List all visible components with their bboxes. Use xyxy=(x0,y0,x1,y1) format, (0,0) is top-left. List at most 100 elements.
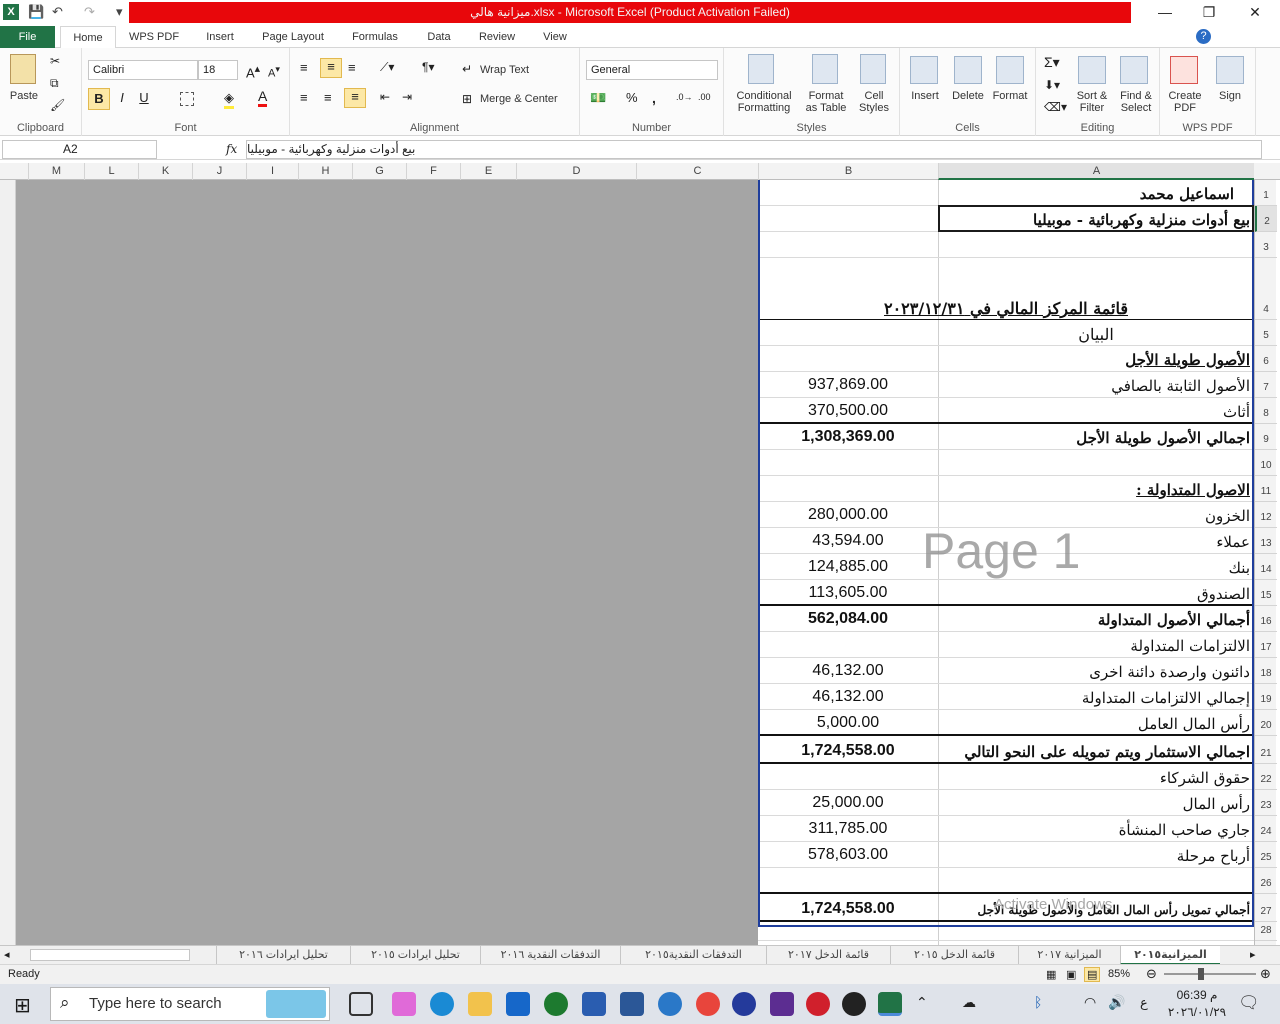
col-header[interactable]: B xyxy=(758,163,938,180)
fill-icon[interactable]: ⬇▾ xyxy=(1044,78,1060,92)
font-color-icon[interactable]: A xyxy=(258,88,268,107)
accounting-icon[interactable]: 💵 xyxy=(590,90,606,106)
horizontal-scrollbar[interactable] xyxy=(30,949,190,961)
row-header[interactable]: 26 xyxy=(1255,868,1277,894)
font-size-select[interactable]: 18 xyxy=(198,60,238,80)
sort-filter-icon[interactable] xyxy=(1078,56,1106,84)
format-cells-button[interactable]: Format xyxy=(988,90,1032,102)
find-select-icon[interactable] xyxy=(1120,56,1148,84)
row-header[interactable]: 23 xyxy=(1255,790,1277,816)
sign-button[interactable]: Sign xyxy=(1210,90,1250,102)
col-header[interactable]: M xyxy=(28,163,84,180)
excel-taskbar-icon[interactable] xyxy=(878,992,902,1016)
col-header[interactable]: K xyxy=(138,163,192,180)
row-header[interactable]: 7 xyxy=(1255,372,1277,398)
row-header[interactable]: 25 xyxy=(1255,842,1277,868)
redo-icon[interactable]: ↷ xyxy=(84,4,95,20)
formula-input[interactable]: بيع أدوات منزلية وكهربائية - موبيليا xyxy=(246,140,1262,159)
photo-icon[interactable] xyxy=(806,992,830,1016)
row-header[interactable]: 10 xyxy=(1255,450,1277,476)
sign-icon[interactable] xyxy=(1216,56,1244,84)
row-header[interactable]: 5 xyxy=(1255,320,1277,346)
tab-file[interactable]: File xyxy=(0,26,55,48)
decrease-decimal-icon[interactable]: .00 xyxy=(698,92,711,102)
sort-filter-button[interactable]: Sort & Filter xyxy=(1070,90,1114,114)
bold-button[interactable]: B xyxy=(88,88,110,110)
zoom-slider-thumb[interactable] xyxy=(1198,968,1204,980)
fill-color-icon[interactable]: ◈ xyxy=(224,90,234,109)
help-icon[interactable]: ? xyxy=(1196,29,1211,44)
copy-icon[interactable]: ⧉ xyxy=(50,76,59,91)
row-header[interactable]: 19 xyxy=(1255,684,1277,710)
row-header[interactable]: 21 xyxy=(1255,736,1277,764)
col-header[interactable]: L xyxy=(84,163,138,180)
taskbar-time[interactable]: 06:39 م xyxy=(1172,988,1222,1002)
row-header[interactable]: 18 xyxy=(1255,658,1277,684)
shrink-font-icon[interactable]: A▾ xyxy=(268,64,280,80)
italic-button[interactable]: I xyxy=(114,90,130,105)
col-header[interactable]: D xyxy=(516,163,636,180)
sheet-tab-active[interactable]: الميزانية٢٠١٥ xyxy=(1120,946,1220,965)
col-header[interactable]: I xyxy=(246,163,298,180)
align-right-icon[interactable]: ≡ xyxy=(344,88,366,108)
row-header[interactable]: 17 xyxy=(1255,632,1277,658)
sheet-tab[interactable]: تحليل ايرادات ٢٠١٦ xyxy=(216,946,350,965)
col-header[interactable]: A xyxy=(938,163,1254,180)
tab-scroll-first-icon[interactable]: ◂ xyxy=(4,948,10,961)
col-header[interactable]: C xyxy=(636,163,758,180)
edge-icon[interactable] xyxy=(430,992,454,1016)
row-header[interactable]: 12 xyxy=(1255,502,1277,528)
row-header[interactable]: 1 xyxy=(1255,180,1277,206)
align-middle-icon[interactable]: ≡ xyxy=(320,58,342,78)
row-header[interactable]: 3 xyxy=(1255,232,1277,258)
comma-button[interactable]: , xyxy=(652,90,656,106)
tab-review[interactable]: Review xyxy=(472,26,522,48)
col-header[interactable]: G xyxy=(352,163,406,180)
row-header[interactable]: 13 xyxy=(1255,528,1277,554)
tab-view[interactable]: View xyxy=(532,26,578,48)
col-header[interactable]: J xyxy=(192,163,246,180)
zoom-in-icon[interactable]: ⊕ xyxy=(1260,966,1271,982)
row-header[interactable]: 16 xyxy=(1255,606,1277,632)
number-format-select[interactable]: General xyxy=(586,60,718,80)
col-header[interactable]: E xyxy=(460,163,516,180)
name-box[interactable]: A2 xyxy=(2,140,157,159)
align-bottom-icon[interactable]: ≡ xyxy=(348,60,356,75)
sheet-tab[interactable]: قائمة الدخل ٢٠١٥ xyxy=(890,946,1018,965)
zoom-out-icon[interactable]: ⊖ xyxy=(1146,966,1157,982)
tab-wps-pdf[interactable]: WPS PDF xyxy=(124,26,184,48)
page-break-view-icon[interactable]: ▤ xyxy=(1084,967,1101,982)
wrap-text-icon[interactable]: ↵ xyxy=(462,62,472,76)
normal-view-icon[interactable]: ▦ xyxy=(1046,968,1056,981)
align-top-icon[interactable]: ≡ xyxy=(300,60,308,75)
clear-icon[interactable]: ⌫▾ xyxy=(1044,100,1067,114)
row-header[interactable]: 27 xyxy=(1255,894,1277,922)
player-icon[interactable] xyxy=(842,992,866,1016)
row-header[interactable]: 2 xyxy=(1255,206,1277,232)
customize-qat-icon[interactable]: ▾ xyxy=(116,4,123,20)
sheet-tab[interactable]: قائمة الدخل ٢٠١٧ xyxy=(766,946,890,965)
windows-start-icon[interactable]: ⊞ xyxy=(14,993,31,1018)
cell-styles-button[interactable]: Cell Styles xyxy=(852,90,896,114)
sheet-tab[interactable]: الميزانية ٢٠١٧ xyxy=(1018,946,1120,965)
row-header[interactable]: 14 xyxy=(1255,554,1277,580)
find-select-button[interactable]: Find & Select xyxy=(1114,90,1158,114)
app-icon[interactable] xyxy=(770,992,794,1016)
row-header[interactable]: 9 xyxy=(1255,424,1277,450)
fx-icon[interactable]: fx xyxy=(226,142,237,156)
rtl-icon[interactable]: ¶▾ xyxy=(422,60,434,74)
autosum-icon[interactable]: Σ▾ xyxy=(1044,54,1060,71)
format-as-table-button[interactable]: Format as Table xyxy=(798,90,854,114)
row-header[interactable]: 6 xyxy=(1255,346,1277,372)
delete-cells-button[interactable]: Delete xyxy=(946,90,990,102)
merge-icon[interactable]: ⊞ xyxy=(462,92,472,106)
sheet-tab[interactable]: التدفقات النقدية٢٠١٥ xyxy=(620,946,766,965)
insert-cells-icon[interactable] xyxy=(910,56,938,84)
task-view-icon[interactable] xyxy=(349,992,373,1016)
taskbar-date[interactable]: ٢٠٢٦/٠١/٢٩ xyxy=(1166,1005,1228,1019)
notifications-icon[interactable]: 🗨 xyxy=(1238,993,1260,1013)
format-cells-icon[interactable] xyxy=(996,56,1024,84)
tab-data[interactable]: Data xyxy=(418,26,460,48)
increase-indent-icon[interactable]: ⇥ xyxy=(402,90,412,104)
row-header[interactable]: 8 xyxy=(1255,398,1277,424)
